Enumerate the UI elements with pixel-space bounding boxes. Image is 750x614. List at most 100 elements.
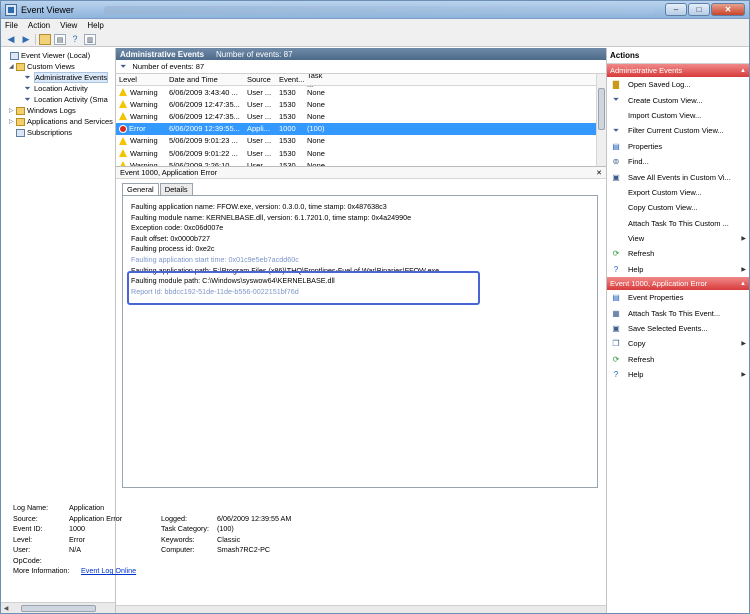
action-label: Properties — [628, 141, 663, 151]
table-row[interactable]: Warning 5/06/2009 9:01:22 ... User ... 1530… — [116, 147, 606, 159]
table-row[interactable]: Warning 5/06/2009 9:01:23 ... User ... 1530… — [116, 135, 606, 147]
action-item[interactable]: Copy Custom View... — [607, 200, 749, 215]
cell-task: None — [307, 160, 325, 167]
tree-item-location-activity-sma[interactable]: ⏷ Location Activity (Sma — [3, 94, 115, 105]
table-row[interactable]: Warning 6/06/2009 12:47:35... User ... 1530… — [116, 98, 606, 110]
action-item[interactable]: Attach Task To This Custom ... — [607, 216, 749, 231]
event-log-online-link[interactable]: Event Log Online — [81, 566, 136, 577]
table-row[interactable]: Warning 6/06/2009 12:47:35... User ... 1530… — [116, 110, 606, 122]
cell-level-text: Warning — [130, 99, 158, 109]
tree-item-windows-logs[interactable]: ▷ Windows Logs — [3, 105, 115, 116]
center-bottom-scrollbar[interactable] — [116, 605, 606, 613]
save-icon: ▣ — [612, 324, 620, 334]
action-item[interactable]: Export Custom View... — [607, 185, 749, 200]
menu-action[interactable]: Action — [28, 21, 50, 30]
cell-level: Warning — [116, 100, 166, 109]
tree-item-event-viewer-local[interactable]: Event Viewer (Local) — [3, 50, 115, 61]
action-item[interactable]: ⟳ Refresh — [607, 246, 749, 261]
tab-details[interactable]: Details — [159, 183, 193, 195]
action-item[interactable]: ❐ Copy ▶ — [607, 336, 749, 351]
column-header-task[interactable]: Task ... — [304, 74, 328, 89]
action-item[interactable]: ⊚ Find... — [607, 154, 749, 169]
cell-date: 5/06/2009 2:26:10 ... — [169, 160, 238, 167]
action-label: Export Custom View... — [628, 187, 702, 197]
general-description-box[interactable]: Faulting application name: FFOW.exe, ver… — [122, 195, 598, 488]
detail-tabs: General Details — [116, 179, 606, 195]
blurred-title-area — [103, 5, 655, 14]
cell-event: 1530 — [279, 99, 296, 109]
action-item[interactable]: ▤ Properties — [607, 139, 749, 154]
collapse-caret-icon[interactable]: ▲ — [740, 68, 746, 74]
table-row[interactable]: Error 6/06/2009 12:39:55... Appli... 1000 (1… — [116, 122, 606, 135]
show-hide-action-pane-icon[interactable]: ▥ — [84, 33, 96, 45]
cell-task: (100) — [307, 124, 325, 134]
minimize-button[interactable]: – — [665, 3, 687, 16]
column-header-source[interactable]: Source — [244, 75, 276, 84]
scroll-thumb[interactable] — [21, 604, 96, 612]
actions-section-administrative-events[interactable]: Administrative Events ▲ — [607, 64, 749, 77]
cell-source: User ... — [247, 148, 272, 158]
close-detail-icon[interactable]: ✕ — [596, 169, 602, 177]
tree-item-location-activity[interactable]: ⏷ Location Activity — [3, 83, 115, 94]
column-header-level[interactable]: Level — [116, 75, 166, 84]
description-line: Faulting process id: 0xe2c — [131, 244, 215, 254]
tab-general[interactable]: General — [122, 183, 159, 195]
cell-level: Warning — [116, 88, 166, 97]
action-item[interactable]: ? Help ▶ — [607, 262, 749, 277]
open-folder-icon[interactable] — [39, 33, 51, 45]
column-header-date[interactable]: Date and Time — [166, 75, 244, 84]
action-label: Save All Events in Custom Vi... — [628, 172, 731, 182]
cell-event: 1530 — [279, 160, 296, 167]
cell-level-text: Warning — [130, 111, 158, 121]
action-item[interactable]: ▇ Open Saved Log... — [607, 77, 749, 92]
action-item[interactable]: Import Custom View... — [607, 108, 749, 123]
tree-item-custom-views[interactable]: ◢ Custom Views — [3, 61, 115, 72]
prop-value: Classic — [217, 534, 241, 544]
action-item[interactable]: ▣ Save All Events in Custom Vi... — [607, 169, 749, 184]
section-title: Administrative Events — [610, 66, 683, 75]
filter-bar: ⏷ Number of events: 87 — [116, 60, 606, 74]
cell-level-text: Warning — [130, 87, 158, 97]
close-button[interactable]: ✕ — [711, 3, 745, 16]
maximize-button[interactable]: □ — [688, 3, 710, 16]
scroll-thumb[interactable] — [598, 88, 605, 130]
collapsed-arrow-icon[interactable]: ▷ — [9, 107, 16, 114]
cell-source: User ... — [247, 99, 272, 109]
grid-vertical-scrollbar[interactable] — [596, 74, 606, 166]
menu-help[interactable]: Help — [87, 21, 103, 30]
table-row[interactable]: Warning 6/06/2009 3:43:40 ... User ... 1530… — [116, 86, 606, 98]
action-item[interactable]: ⟳ Refresh — [607, 352, 749, 367]
action-item[interactable]: View ▶ — [607, 231, 749, 246]
menu-view[interactable]: View — [60, 21, 77, 30]
action-item[interactable]: ▣ Save Selected Events... — [607, 321, 749, 336]
action-label: Help — [628, 264, 644, 274]
prop-value — [69, 556, 161, 567]
action-item[interactable]: ⏷ Filter Current Custom View... — [607, 123, 749, 138]
menu-file[interactable]: File — [5, 21, 18, 30]
event-viewer-window: Event Viewer – □ ✕ File Action View Help… — [0, 0, 750, 614]
help-icon[interactable]: ? — [69, 34, 81, 45]
collapse-caret-icon[interactable]: ▲ — [740, 281, 746, 287]
collapsed-arrow-icon[interactable]: ▷ — [9, 118, 16, 125]
action-item[interactable]: ▤ Event Properties — [607, 290, 749, 305]
actions-section-event-1000[interactable]: Event 1000, Application Error ▲ — [607, 277, 749, 291]
tree-horizontal-scrollbar[interactable]: ◀ — [1, 602, 115, 613]
cell-event: 1530 — [279, 87, 296, 97]
tree-item-administrative-events[interactable]: ⏷ Administrative Events — [3, 72, 115, 83]
submenu-arrow-icon: ▶ — [741, 236, 746, 243]
column-header-event[interactable]: Event... — [276, 75, 304, 84]
scroll-left-icon[interactable]: ◀ — [1, 605, 11, 612]
cell-source: User ... — [247, 136, 272, 146]
tree-item-subscriptions[interactable]: Subscriptions — [3, 127, 115, 138]
action-item[interactable]: ? Help ▶ — [607, 367, 749, 382]
tree-item-applications-services[interactable]: ▷ Applications and Services — [3, 116, 115, 127]
table-row[interactable]: Warning 5/06/2009 2:26:10 ... User ... 1530… — [116, 159, 606, 167]
action-item[interactable]: ▦ Attach Task To This Event... — [607, 305, 749, 320]
submenu-arrow-icon: ▶ — [741, 341, 746, 348]
back-arrow-icon[interactable]: ◀ — [5, 34, 17, 45]
expanded-arrow-icon[interactable]: ◢ — [9, 63, 16, 70]
show-hide-tree-icon[interactable]: ▤ — [54, 33, 66, 45]
action-item[interactable]: ⏷ Create Custom View... — [607, 92, 749, 107]
forward-arrow-icon[interactable]: ▶ — [20, 34, 32, 45]
actions-pane: Actions Administrative Events ▲ ▇ Open Sa… — [607, 48, 749, 613]
